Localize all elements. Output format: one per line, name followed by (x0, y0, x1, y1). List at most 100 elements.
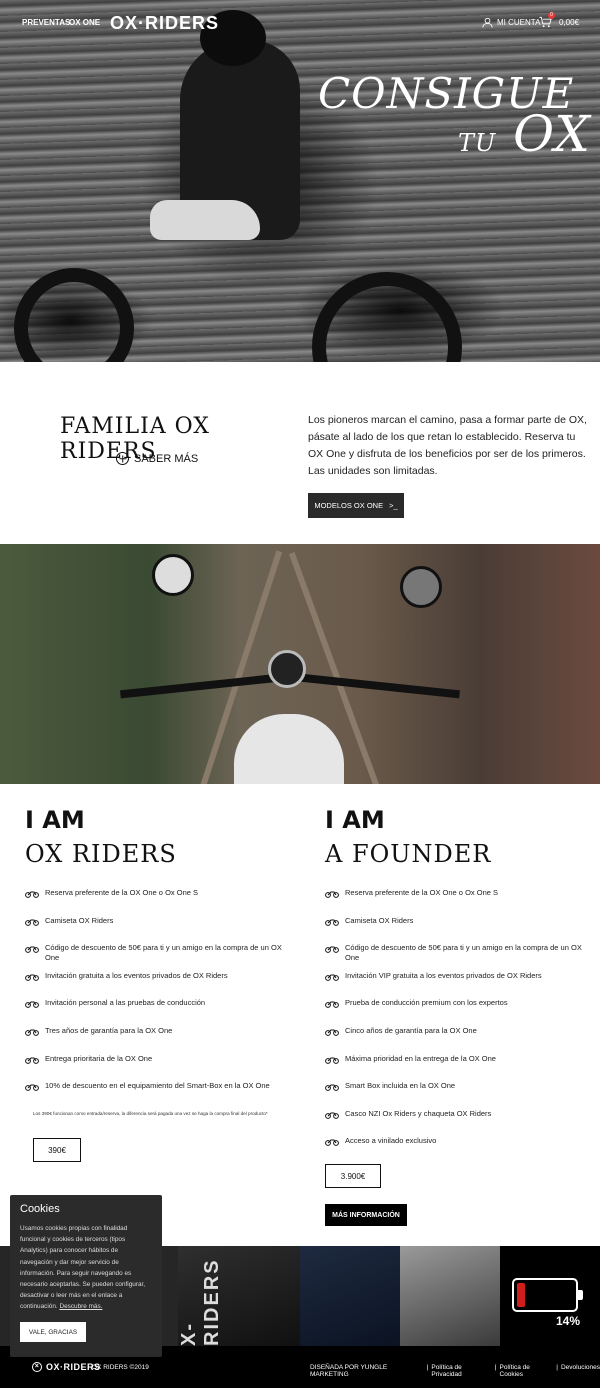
benefit-item: Acceso a vinilado exclusivo (325, 1136, 595, 1164)
benefit-item: Máxima prioridad en la entrega de la OX … (325, 1054, 595, 1082)
mirror-right (400, 566, 442, 608)
benefit-text: Camiseta OX Riders (45, 915, 114, 925)
terminal-arrow-icon: >_ (389, 501, 398, 510)
mirror-left (152, 554, 194, 596)
benefit-text: Invitación VIP gratuita a los eventos pr… (345, 970, 542, 980)
motorcycle-icon (25, 1084, 39, 1092)
benefit-text: Invitación personal a las pruebas de con… (45, 998, 206, 1008)
mas-informacion-button[interactable]: MÁS INFORMACIÓN (325, 1204, 407, 1226)
modelos-ox-one-label: MODELOS OX ONE (314, 501, 384, 510)
motorcycle-icon (25, 919, 39, 926)
cookie-accept-button[interactable]: VALE, GRACIAS (20, 1322, 86, 1342)
nav-ox-one[interactable]: OX ONE (69, 18, 100, 27)
fuel-tank (234, 714, 344, 784)
benefit-text: Reserva preferente de la OX One o Ox One… (345, 888, 498, 897)
footer-logo[interactable]: × OX·RIDERS (32, 1362, 101, 1372)
benefit-text: Entrega prioritaria de la OX One (45, 1053, 153, 1063)
cart-count-badge: 0 (548, 12, 555, 19)
footer-designed-by[interactable]: DISEÑADA POR YUNGLE MARKETING (310, 1364, 424, 1378)
benefit-text: Camiseta OX Riders (345, 915, 414, 925)
benefit-item: Tres años de garantía para la OX One (25, 1026, 295, 1054)
motorcycle-icon (25, 1001, 39, 1009)
cookie-banner: Cookies Usamos cookies propias con final… (10, 1195, 162, 1357)
footer-separator: | (556, 1364, 558, 1371)
saber-mas-link[interactable]: SABER MÁS (116, 452, 198, 465)
benefit-item: Invitación gratuita a los eventos privad… (25, 971, 295, 999)
benefit-item: Reserva preferente de la OX One o Ox One… (325, 888, 595, 916)
speedometer (268, 650, 306, 688)
footer-cookies-link[interactable]: Política de Cookies (500, 1364, 554, 1378)
benefit-item: Código de descuento de 50€ para ti y un … (25, 943, 295, 971)
benefit-text: Máxima prioridad en la entrega de la OX … (345, 1053, 496, 1063)
founder-benefits-list: Reserva preferente de la OX One o Ox One… (325, 888, 595, 1164)
cookie-title: Cookies (20, 1203, 60, 1215)
benefit-item: Casco NZI Ox Riders y chaqueta OX Riders (325, 1109, 595, 1137)
benefit-text: Reserva preferente de la OX One o Ox One… (45, 888, 198, 897)
benefit-item: Prueba de conducción premium con los exp… (325, 998, 595, 1026)
benefit-item: Cinco años de garantía para la OX One (325, 1026, 595, 1054)
battery-icon (512, 1278, 583, 1312)
benefit-text: Cinco años de garantía para la OX One (345, 1025, 477, 1035)
gallery-brand-text: X-RIDERS (178, 1258, 223, 1346)
plus-circle-icon (116, 452, 129, 465)
riders-iam: I AM (25, 806, 85, 834)
motorcycle-tank (150, 200, 260, 240)
benefit-item: Reserva preferente de la OX One o Ox One… (25, 888, 295, 916)
benefit-text: Smart Box incluida en la OX One (345, 1081, 456, 1091)
benefit-text: Acceso a vinilado exclusivo (345, 1136, 437, 1146)
benefit-text: Casco NZI Ox Riders y chaqueta OX Riders (345, 1108, 492, 1118)
benefit-text: Invitación gratuita a los eventos privad… (45, 970, 228, 980)
battery-percentage: 14% (556, 1314, 581, 1328)
nav-preventas[interactable]: PREVENTAS (22, 18, 70, 27)
founder-price-button[interactable]: 3.900€ (325, 1164, 381, 1188)
footer-separator: | (494, 1364, 497, 1371)
motorcycle-icon (325, 974, 339, 981)
motorcycle-icon (325, 1084, 339, 1092)
hero-banner: PREVENTAS OX ONE OX·RIDERS MI CUENTA 0 0… (0, 0, 600, 362)
gallery-battery-tile: 14% (500, 1246, 600, 1346)
benefit-item: Camiseta OX Riders (25, 916, 295, 944)
motorcycle-icon (25, 891, 39, 898)
motorcycle-icon (325, 1029, 339, 1036)
benefit-text: Código de descuento de 50€ para ti y un … (45, 943, 282, 963)
benefit-text: Tres años de garantía para la OX One (45, 1025, 173, 1035)
saber-mas-label: SABER MÁS (134, 452, 199, 465)
benefit-item: 10% de descuento en el equipamiento del … (25, 1081, 295, 1109)
hero-title-ox: OX (513, 105, 591, 163)
benefit-text: 10% de descuento en el equipamiento del … (45, 1081, 270, 1091)
ox-circle-icon: × (32, 1362, 42, 1372)
battery-fill (517, 1283, 526, 1307)
motorcycle-icon (325, 1112, 339, 1119)
nav-account[interactable]: MI CUENTA (497, 18, 540, 27)
gallery-photo-2: X-RIDERS (178, 1246, 300, 1346)
front-wheel (14, 268, 134, 362)
user-icon[interactable] (482, 17, 493, 28)
gallery-photo-3 (300, 1246, 400, 1346)
cart-total[interactable]: 0,00€ (559, 18, 579, 27)
top-nav: PREVENTAS OX ONE OX·RIDERS MI CUENTA 0 0… (0, 0, 600, 46)
footer-separator: | (426, 1364, 429, 1371)
benefit-item: Código de descuento de 50€ para ti y un … (325, 943, 595, 971)
hero-title-tu: TU (458, 129, 497, 157)
cookie-text: Usamos cookies propias con finalidad fun… (20, 1223, 152, 1313)
riders-note: Los 390€ funcionan como entrada/reserva,… (33, 1111, 268, 1116)
motorcycle-icon (325, 919, 339, 926)
riders-benefits-list: Reserva preferente de la OX One o Ox One… (25, 888, 295, 1109)
motorcycle-icon (25, 974, 39, 981)
modelos-ox-one-button[interactable]: MODELOS OX ONE >_ (308, 493, 404, 518)
benefit-item: Smart Box incluida en la OX One (325, 1081, 595, 1109)
footer-returns-link[interactable]: Devoluciones (561, 1364, 600, 1378)
handlebar-right (300, 673, 460, 699)
benefit-item: Invitación personal a las pruebas de con… (25, 998, 295, 1026)
motorcycle-icon (25, 1057, 39, 1064)
hero-title-line2: TU OX (458, 109, 591, 163)
rear-wheel (312, 272, 462, 362)
site-logo[interactable]: OX·RIDERS (110, 13, 219, 34)
familia-description: Los pioneros marcan el camino, pasa a fo… (308, 414, 587, 477)
cookie-more-link[interactable]: Descubre más. (59, 1303, 102, 1310)
motorcycle-icon (25, 946, 39, 954)
footer-privacy-link[interactable]: Política de Privacidad (431, 1364, 491, 1378)
founder-subtitle: A FOUNDER (325, 840, 492, 868)
hero-title: CONSIGUE TU OX (318, 73, 591, 163)
riders-price-button[interactable]: 390€ (33, 1138, 81, 1162)
